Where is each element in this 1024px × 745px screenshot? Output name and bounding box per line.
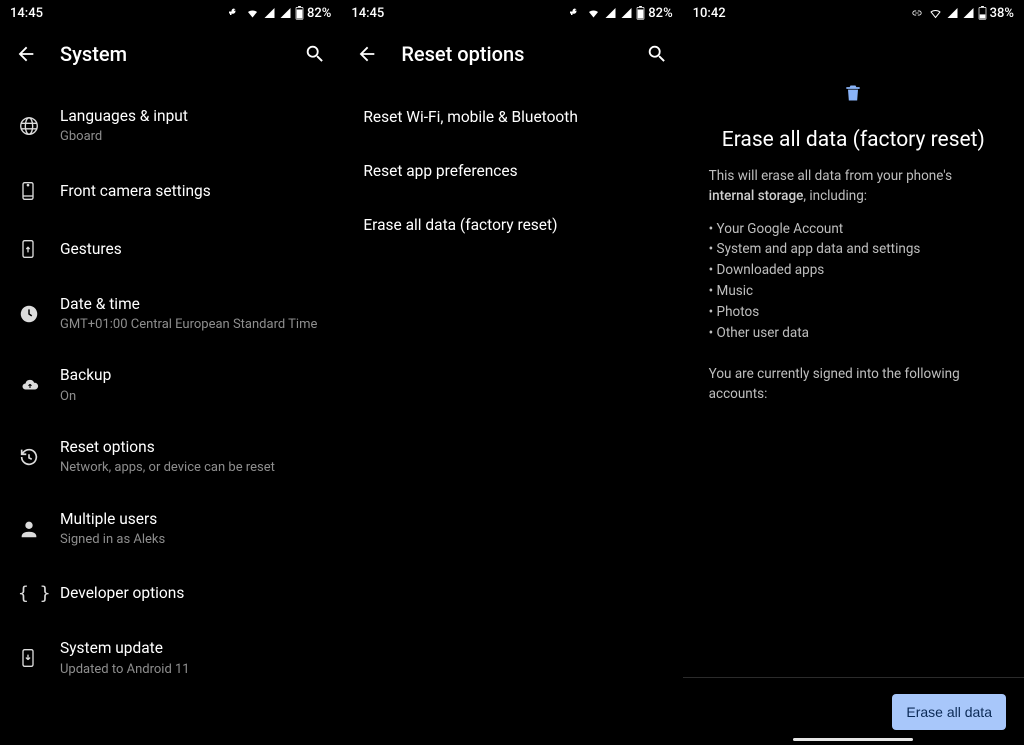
status-time: 14:45 [351,6,384,21]
cloud-upload-icon [18,376,42,394]
item-title: System update [60,638,190,658]
search-icon [646,43,668,65]
reset-wifi-item[interactable]: Reset Wi‑Fi, mobile & Bluetooth [341,90,682,144]
reset-options-list: Reset Wi‑Fi, mobile & Bluetooth Reset ap… [341,82,682,252]
erase-heading: Erase all data (factory reset) [683,128,1024,152]
back-button[interactable] [353,40,381,68]
item-sub: On [60,388,111,406]
status-battery-pct: 38% [990,6,1014,21]
globe-icon [18,115,40,137]
bullet: • Music [709,281,998,302]
desc-strong: internal storage [709,188,804,204]
status-bar: 14:45 82% [341,0,682,26]
item-sub: GMT+01:00 Central European Standard Time [60,316,317,334]
phone-screen-reset-options: 14:45 82% Reset options Reset Wi‑Fi, mob… [341,0,682,745]
gesture-nav-bar[interactable] [793,738,913,741]
erase-description: This will erase all data from your phone… [683,166,1024,207]
item-sub: Gboard [60,128,188,146]
item-multiple-users[interactable]: Multiple users Signed in as Aleks [0,493,341,565]
wifi-icon [928,7,943,19]
battery-icon [636,6,645,20]
item-title: Developer options [60,583,184,603]
erase-all-data-button[interactable]: Erase all data [892,694,1006,730]
signal-icon [263,7,276,19]
bullet: • Other user data [709,323,998,344]
item-date-time[interactable]: Date & time GMT+01:00 Central European St… [0,278,341,350]
status-icons: 82% [226,6,331,21]
restore-icon [18,446,40,468]
status-battery-pct: 82% [648,6,672,21]
signal-icon [620,7,633,19]
signal-icon [604,7,617,19]
item-reset-options[interactable]: Reset options Network, apps, or device ca… [0,421,341,493]
status-bar: 14:45 82% [0,0,341,26]
item-developer-options[interactable]: { } Developer options [0,564,341,622]
arrow-back-icon [15,43,37,65]
signal-icon [946,7,959,19]
app-bar: Reset options [341,26,682,82]
wifi-icon [245,7,260,19]
person-icon [18,518,40,540]
item-backup[interactable]: Backup On [0,349,341,421]
phone-screen-erase-all: 10:42 38% Erase all data (factory reset)… [683,0,1024,745]
status-icons: 82% [567,6,672,21]
app-bar: System [0,26,341,82]
system-update-icon [18,647,38,669]
item-sub: Updated to Android 11 [60,661,190,679]
erase-signed-note: You are currently signed into the follow… [683,344,1024,405]
search-button[interactable] [301,40,329,68]
item-languages-input[interactable]: Languages & input Gboard [0,90,341,162]
clock-icon [18,303,40,325]
page-title: System [60,42,281,66]
bullet: • Downloaded apps [709,260,998,281]
search-button[interactable] [643,40,671,68]
status-time: 10:42 [693,6,726,21]
wifi-icon [586,7,601,19]
item-gestures[interactable]: Gestures [0,220,341,278]
search-icon [304,43,326,65]
item-title: Multiple users [60,509,165,529]
item-title: Languages & input [60,106,188,126]
item-system-update[interactable]: System update Updated to Android 11 [0,622,341,694]
bullet: • System and app data and settings [709,239,998,260]
phone-screen-system: 14:45 82% System Languages & input Gboard… [0,0,341,745]
page-title: Reset options [401,42,622,66]
desc-pre: This will erase all data from your phone… [709,168,952,184]
erase-bullets: • Your Google Account • System and app d… [683,207,1024,345]
status-battery-pct: 82% [307,6,331,21]
settings-list: Languages & input Gboard Front camera set… [0,82,341,694]
trash-icon [843,82,863,108]
item-title: Gestures [60,239,122,259]
braces-icon: { } [18,583,51,604]
reset-app-prefs-item[interactable]: Reset app preferences [341,144,682,198]
key-icon [226,7,242,19]
status-icons: 38% [909,6,1014,21]
item-front-camera[interactable]: Front camera settings [0,162,341,220]
item-sub: Network, apps, or device can be reset [60,459,275,477]
key-icon [567,7,583,19]
status-bar: 10:42 38% [683,0,1024,26]
erase-header: Erase all data (factory reset) [683,82,1024,166]
item-title: Front camera settings [60,181,211,201]
battery-icon [978,6,987,20]
item-title: Reset options [60,437,275,457]
item-sub: Signed in as Aleks [60,531,165,549]
signal-icon [279,7,292,19]
desc-post: , including: [803,188,867,204]
footer-bar: Erase all data [683,677,1024,745]
bullet: • Photos [709,302,998,323]
arrow-back-icon [356,43,378,65]
erase-all-data-item[interactable]: Erase all data (factory reset) [341,198,682,252]
signal-icon [962,7,975,19]
link-icon [909,8,925,18]
gesture-icon [18,238,38,260]
item-title: Backup [60,365,111,385]
bullet: • Your Google Account [709,219,998,240]
battery-icon [295,6,304,20]
status-time: 14:45 [10,6,43,21]
phone-front-icon [18,180,38,202]
back-button[interactable] [12,40,40,68]
item-title: Date & time [60,294,317,314]
